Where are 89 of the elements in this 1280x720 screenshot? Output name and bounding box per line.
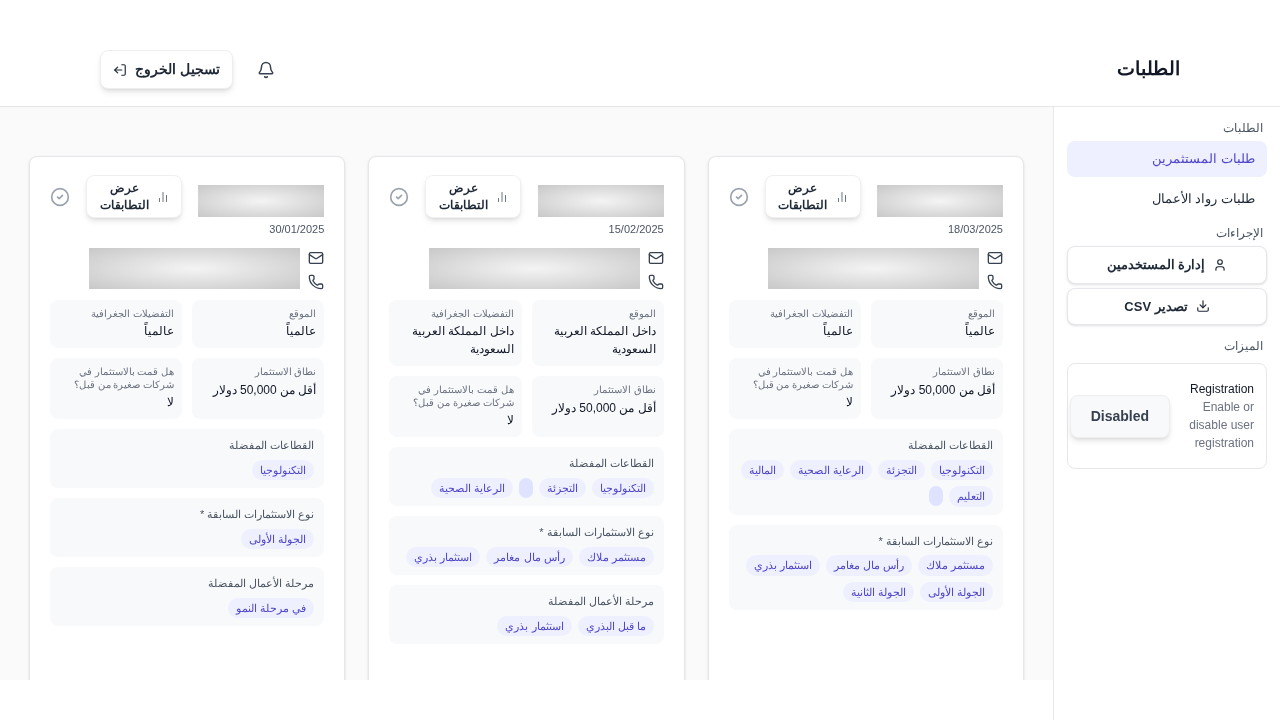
tag: في مرحلة النمو	[228, 597, 315, 618]
info-label: هل قمت بالاستثمار في شركات صغيرة من قبل؟	[751, 366, 853, 391]
tag: استثمار بذري	[406, 546, 481, 567]
info-label: التفضيلات الجغرافية	[429, 307, 514, 320]
info-value: لا	[505, 412, 514, 429]
check-circle-icon[interactable]	[389, 186, 410, 207]
info-label: التفضيلات الجغرافية	[769, 307, 853, 320]
action-button[interactable]: تصدير CSV	[1067, 287, 1267, 325]
tag: رأس مال مغامر	[825, 555, 912, 576]
info-value: عالمياً	[821, 322, 853, 340]
tag: التكنولوجيا	[252, 459, 315, 480]
tag: التجزئة	[538, 477, 586, 498]
sidebar-heading: الإجراءات	[1215, 225, 1264, 242]
logout-button[interactable]: تسجيل الخروج	[100, 50, 233, 89]
tag: استثمار بذري	[745, 555, 820, 576]
feature-description: Enable or disable user registration	[1188, 399, 1254, 452]
mail-icon	[647, 249, 664, 266]
info-label: الموقع	[627, 307, 656, 320]
phone-icon	[987, 273, 1003, 290]
info-label: الموقع	[967, 307, 995, 320]
tag: الجولة الأولى	[919, 581, 993, 602]
view-matches-button[interactable]: عرض التطابقات	[425, 175, 522, 218]
info-label: هل قمت بالاستثمار في شركات صغيرة من قبل؟	[72, 366, 175, 391]
feature-title: Registration	[1189, 381, 1254, 398]
toggle-button[interactable]: Disabled	[1069, 394, 1170, 438]
logout-icon	[113, 62, 127, 77]
tag: الجولة الأولى	[241, 528, 315, 549]
phone-icon	[308, 273, 325, 290]
tag: الرعاية الصحية	[430, 477, 513, 498]
section-label: مرحلة الأعمال المفضلة	[207, 575, 315, 592]
download-icon	[1195, 299, 1210, 314]
check-circle-icon[interactable]	[728, 186, 749, 207]
info-value: عالمياً	[143, 322, 175, 340]
tag: مستثمر ملاك	[917, 555, 993, 576]
info-value: أقل من 50,000 دولار	[889, 381, 995, 399]
info-label: التفضيلات الجغرافية	[90, 307, 175, 320]
info-label: نطاق الاستثمار	[931, 366, 995, 379]
sidebar-item[interactable]: طلبات المستثمرين	[1067, 141, 1267, 177]
info-value: أقل من 50,000 دولار	[550, 399, 656, 417]
mail-icon	[308, 249, 325, 266]
date-text: 30/01/2025	[269, 222, 325, 237]
info-value: أقل من 50,000 دولار	[211, 381, 317, 399]
sidebar-heading: الطلبات	[1222, 120, 1264, 137]
info-value: عالمياً	[285, 322, 317, 340]
info-label: الموقع	[288, 307, 317, 320]
empty-tag	[929, 486, 943, 506]
info-label: هل قمت بالاستثمار في شركات صغيرة من قبل؟	[412, 384, 514, 409]
sidebar-heading: الميزات	[1223, 338, 1264, 355]
section-label: مرحلة الأعمال المفضلة	[546, 593, 654, 610]
mail-icon	[987, 249, 1003, 266]
tag: التجزئة	[878, 459, 925, 480]
action-button[interactable]: إدارة المستخدمين	[1067, 246, 1267, 284]
tag: التكنولوجيا	[931, 459, 993, 480]
section-label: القطاعات المفضلة	[906, 438, 993, 453]
tag: استثمار بذري	[497, 615, 572, 636]
tag: المالية	[740, 459, 784, 480]
empty-tag	[518, 477, 533, 498]
chart-icon	[157, 190, 169, 203]
view-matches-button[interactable]: عرض التطابقات	[764, 175, 861, 218]
date-text: 15/02/2025	[608, 222, 664, 237]
user-icon	[1213, 257, 1228, 272]
check-circle-icon[interactable]	[50, 186, 70, 207]
phone-icon	[647, 273, 664, 290]
info-value: لا	[166, 394, 175, 411]
tag: الرعاية الصحية	[789, 459, 872, 480]
notification-bell-icon[interactable]	[256, 60, 275, 79]
tag: التعليم	[949, 486, 993, 507]
page-title: الطلبات	[1117, 57, 1180, 82]
section-label: القطاعات المفضلة	[567, 456, 654, 471]
section-label: نوع الاستثمارات السابقة *	[877, 533, 993, 549]
chart-icon	[835, 190, 848, 203]
info-value: داخل المملكة العربية السعودية	[553, 323, 656, 358]
tag: ما قبل البذري	[577, 615, 654, 636]
section-label: القطاعات المفضلة	[228, 438, 315, 453]
info-value: لا	[844, 394, 853, 411]
tag: رأس مال مغامر	[486, 546, 573, 567]
info-label: نطاق الاستثمار	[253, 366, 317, 379]
sidebar-item[interactable]: طلبات رواد الأعمال	[1067, 180, 1267, 216]
tag: الجولة الثانية	[842, 581, 914, 602]
view-matches-button[interactable]: عرض التطابقات	[86, 175, 182, 218]
info-label: نطاق الاستثمار	[592, 384, 656, 397]
date-text: 18/03/2025	[947, 222, 1003, 237]
info-value: عالمياً	[964, 322, 995, 340]
chart-icon	[496, 190, 509, 203]
info-value: داخل المملكة العربية السعودية	[410, 323, 514, 358]
section-label: نوع الاستثمارات السابقة *	[538, 525, 654, 541]
section-label: نوع الاستثمارات السابقة *	[198, 507, 315, 523]
tag: مستثمر ملاك	[578, 546, 654, 567]
tag: التكنولوجيا	[591, 477, 654, 498]
